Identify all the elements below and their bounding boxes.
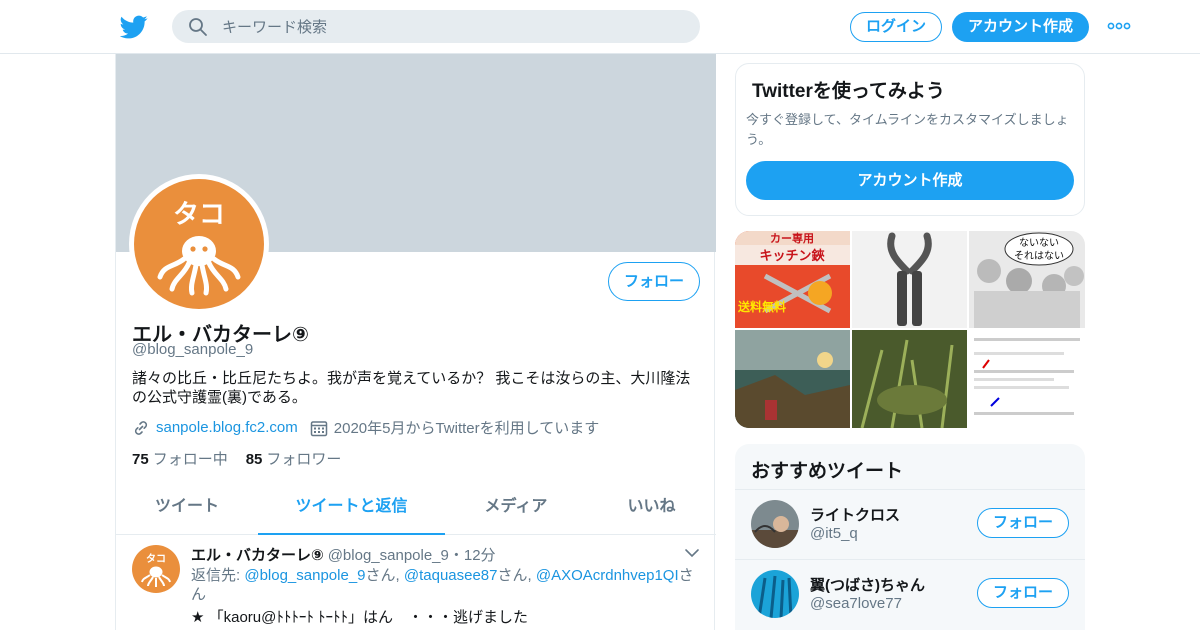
following-label: フォロー中 — [152, 451, 228, 468]
recommended-user[interactable]: 翼(つばさ)ちゃん @sea7love77 フォロー — [735, 559, 1085, 629]
recommended-user-name[interactable]: ライトクロス — [810, 504, 900, 525]
recommended-title: おすすめツイート — [751, 461, 904, 482]
avatar[interactable] — [751, 570, 799, 618]
octopus-avatar-icon: タコ — [134, 179, 264, 309]
more-dots-icon[interactable] — [1107, 18, 1131, 34]
manga-panel-image: ないない それはない — [969, 231, 1085, 328]
profile-website-link[interactable]: sanpole.blog.fc2.com — [156, 419, 298, 436]
avatar-logo-text: タコ — [146, 553, 166, 565]
recommended-user-handle[interactable]: @sea7love77 — [810, 595, 902, 612]
following-link[interactable]: 75 フォロー中 — [132, 451, 228, 468]
followers-link[interactable]: 85 フォロワー — [246, 451, 342, 468]
recommended-tweets-panel: おすすめツイート ライトクロス @it5_q フォロー 翼(つばさ)ちゃん @s… — [735, 444, 1085, 630]
follow-button[interactable]: フォロー — [977, 508, 1069, 538]
profile-bio: 諸々の比丘・比丘尼たちよ。我が声を覚えているか？ 我こそは汝らの主、大川隆法の公… — [132, 370, 691, 406]
recommended-user-name[interactable]: 翼(つばさ)ちゃん — [810, 574, 925, 595]
profile-meta: sanpole.blog.fc2.com 2020年5月からTwitterを利用… — [132, 417, 599, 438]
user-photo-image — [751, 570, 799, 618]
top-navigation-bar: ログイン アカウント作成 — [0, 0, 1200, 54]
media-tile[interactable]: ないない それはない — [969, 231, 1085, 328]
user-photo-image — [751, 500, 799, 548]
followers-label: フォロワー — [266, 451, 342, 468]
reply-user-link[interactable]: @AXOAcrdnhvep1QI — [536, 567, 679, 584]
reply-user-link[interactable]: @taquasee87 — [404, 567, 498, 584]
pliers-image — [852, 231, 967, 328]
tweet-item[interactable]: タコ エル・バカターレ⑨ @blog_sanpole_9・12分 返信先: @bl… — [116, 535, 716, 635]
profile-counts: 75 フォロー中 85 フォロワー — [132, 448, 341, 469]
tab-likes[interactable]: いいね — [587, 486, 716, 535]
followers-count: 85 — [245, 451, 263, 468]
calendar-icon — [310, 420, 328, 436]
reply-suffix: さん, — [497, 567, 536, 584]
tab-tweets[interactable]: ツイート — [116, 486, 258, 535]
signup-card-title: Twitterを使ってみよう — [752, 81, 945, 102]
reply-suffix: さん, — [365, 567, 404, 584]
media-tile-text: 送料無料 — [737, 299, 786, 314]
recommended-user[interactable]: ライトクロス @it5_q フォロー — [735, 489, 1085, 559]
tweet-text: ★ 「kaoru@ﾄﾄﾄｰﾄ ﾄｰﾄﾄ」はん ・・・逃げました — [191, 609, 529, 626]
media-tile[interactable] — [969, 330, 1085, 428]
profile-avatar[interactable]: タコ — [129, 174, 269, 314]
profile-join-date: 2020年5月からTwitterを利用しています — [333, 420, 600, 437]
following-count: 75 — [132, 451, 149, 468]
media-tile[interactable] — [735, 330, 850, 428]
signup-card: Twitterを使ってみよう 今すぐ登録して、タイムラインをカスタマイズしましょ… — [735, 63, 1085, 216]
avatar[interactable] — [751, 500, 799, 548]
media-tile-text: ないない — [1019, 237, 1059, 249]
plants-photo-image — [852, 330, 967, 428]
search-icon — [189, 18, 207, 36]
tweet-reply-to: 返信先: @blog_sanpole_9さん, @taquasee87さん, @… — [191, 566, 701, 604]
media-tile-text: キッチン鋏 — [759, 248, 825, 264]
link-icon — [134, 420, 148, 435]
tweet-author-name[interactable]: エル・バカターレ⑨ — [191, 547, 324, 564]
tweet-avatar[interactable]: タコ — [132, 545, 180, 593]
tweet-handle-time[interactable]: @blog_sanpole_9・12分 — [328, 547, 496, 564]
tweet-screenshot-image — [969, 330, 1085, 428]
tab-tweets-and-replies[interactable]: ツイートと返信 — [258, 486, 445, 535]
media-tile-text: それはない — [1014, 250, 1064, 262]
media-grid: カー専用 キッチン鋏 送料無料 ないない それはない — [735, 231, 1085, 428]
search-box[interactable] — [172, 10, 700, 43]
profile-tabs: ツイート ツイートと返信 メディア いいね — [116, 486, 716, 535]
follow-button[interactable]: フォロー — [608, 262, 700, 301]
recommended-user-handle[interactable]: @it5_q — [810, 525, 858, 542]
profile-column: タコ フォロー エル・バカターレ⑨ @blog_sanpole_9 諸々の比丘・… — [115, 54, 716, 630]
media-tile[interactable]: カー専用 キッチン鋏 送料無料 — [735, 231, 850, 328]
reply-prefix: 返信先: — [191, 567, 245, 584]
product-ad-image: カー専用 キッチン鋏 送料無料 — [735, 231, 850, 328]
reply-user-link[interactable]: @blog_sanpole_9 — [244, 567, 365, 584]
twitter-bird-icon[interactable] — [120, 13, 148, 41]
octopus-avatar-icon: タコ — [132, 545, 180, 593]
media-tile[interactable] — [852, 330, 967, 428]
signup-button[interactable]: アカウント作成 — [952, 12, 1089, 42]
login-button[interactable]: ログイン — [850, 12, 942, 42]
tweet-header: エル・バカターレ⑨ @blog_sanpole_9・12分 — [191, 544, 496, 565]
signup-card-button[interactable]: アカウント作成 — [746, 161, 1074, 200]
tab-media[interactable]: メディア — [445, 486, 587, 535]
search-input[interactable] — [222, 10, 682, 43]
painting-image — [735, 330, 850, 428]
profile-handle[interactable]: @blog_sanpole_9 — [132, 341, 253, 358]
avatar-logo-text: タコ — [173, 200, 225, 230]
follow-button[interactable]: フォロー — [977, 578, 1069, 608]
signup-card-subtitle: 今すぐ登録して、タイムラインをカスタマイズしましょう。 — [746, 112, 1069, 147]
media-tile-text: カー専用 — [770, 231, 814, 245]
media-tile[interactable] — [852, 231, 967, 328]
chevron-down-icon[interactable] — [684, 547, 700, 559]
